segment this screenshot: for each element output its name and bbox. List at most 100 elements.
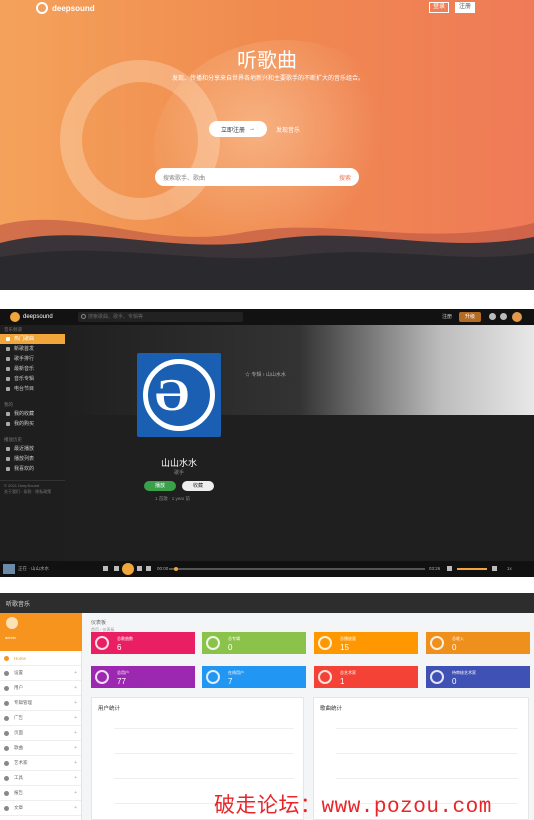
message-icon[interactable]	[489, 313, 496, 320]
search-input[interactable]: 搜索歌手、歌曲	[163, 173, 339, 182]
progress-handle[interactable]	[174, 567, 179, 571]
admin-menu-label: 广告	[14, 715, 23, 720]
expand-icon[interactable]: +	[74, 715, 77, 721]
stat-icon	[206, 636, 220, 650]
admin-menu-item[interactable]: 用户 +	[0, 681, 81, 696]
next-icon[interactable]	[137, 566, 142, 571]
sidebar-section-title: 播放历史	[4, 437, 22, 442]
favorite-button[interactable]: 收藏	[182, 481, 214, 491]
stat-card[interactable]: 在线用户 7	[202, 666, 306, 688]
volume-icon[interactable]	[447, 566, 452, 571]
sidebar-item-albums[interactable]: 音乐专辑	[0, 374, 65, 384]
volume-slider[interactable]	[457, 568, 487, 570]
app-login-link[interactable]: 注册	[442, 313, 452, 320]
search-icon	[81, 314, 86, 319]
landing-hero: deepsound 登录 注册 听歌曲 发现、传播和分享来自世界各地新兴和主要歌…	[0, 0, 534, 290]
admin-title[interactable]: 听歌音乐	[6, 599, 30, 608]
stat-card[interactable]: 总用户 77	[91, 666, 195, 688]
expand-icon[interactable]: +	[74, 700, 77, 706]
album-banner	[65, 325, 534, 415]
cart-icon	[6, 422, 10, 426]
admin-menu-item[interactable]: 文章 +	[0, 801, 81, 816]
expand-icon[interactable]: +	[74, 685, 77, 691]
admin-menu-item[interactable]: 艺术家 +	[0, 756, 81, 771]
previous-icon[interactable]	[114, 566, 119, 571]
admin-menu-item[interactable]: 报告 +	[0, 786, 81, 801]
expand-icon[interactable]: +	[74, 790, 77, 796]
sidebar-item-radio[interactable]: 电台节目	[0, 384, 65, 394]
app-sidebar: 音乐频道 热门歌曲 新歌首发 歌手排行 最新音乐 音乐专辑 电台节目 我的 我的…	[0, 325, 65, 561]
admin-menu-item[interactable]: 设置 +	[0, 666, 81, 681]
admin-menu-item[interactable]: 页面 +	[0, 726, 81, 741]
expand-icon[interactable]: +	[74, 745, 77, 751]
hero-search-bar[interactable]: 搜索歌手、歌曲 搜索	[155, 168, 359, 186]
admin-sidebar: admin Home 设置 + 用户 + 专辑管理 + 广告 + 页面 + 歌曲 + 艺术家 + 工具 + 报告 +…	[0, 613, 82, 820]
hero-subtitle: 发现、传播和分享来自世界各地新兴和主要歌手的不断扩大的音乐组合。	[171, 76, 364, 82]
sidebar-item-hot[interactable]: 热门歌曲	[0, 334, 65, 344]
headphone-icon	[36, 2, 48, 14]
stat-card[interactable]: 总歌曲数 6	[91, 632, 195, 654]
expand-icon[interactable]: +	[74, 730, 77, 736]
admin-avatar[interactable]	[6, 617, 18, 629]
discover-music-link[interactable]: 发现音乐	[276, 125, 300, 134]
stat-card[interactable]: 总艺术家 1	[314, 666, 418, 688]
logo-icon	[10, 312, 20, 322]
upgrade-button[interactable]: 升级	[459, 312, 481, 322]
brand-name: deepsound	[52, 3, 95, 13]
now-playing-thumb[interactable]	[3, 564, 15, 574]
stat-icon	[95, 636, 109, 650]
search-button[interactable]: 搜索	[339, 173, 351, 182]
stat-value: 1	[340, 677, 345, 686]
user-avatar[interactable]	[512, 312, 522, 322]
sidebar-item-favorites[interactable]: 我的收藏	[0, 409, 65, 419]
brand-logo[interactable]: deepsound	[36, 2, 95, 14]
get-started-button[interactable]: 立即注册 →	[209, 121, 267, 137]
sidebar-item-latest[interactable]: 最新音乐	[0, 364, 65, 374]
sidebar-item-playlists[interactable]: 播放列表	[0, 454, 65, 464]
sidebar-item-label: 我喜欢的	[14, 466, 35, 472]
footer-links[interactable]: 关于我们 · 条款 · 隐私政策	[4, 489, 61, 495]
grid-line	[114, 753, 294, 754]
grid-line	[114, 778, 294, 779]
playback-rate[interactable]: 1x	[507, 566, 512, 571]
stat-card[interactable]: 总专辑 0	[202, 632, 306, 654]
app-brand[interactable]: deepsound	[10, 312, 53, 322]
admin-menu-label: 歌曲	[14, 745, 23, 750]
stat-card[interactable]: 待审核艺术家 0	[426, 666, 530, 688]
bell-icon[interactable]	[500, 313, 507, 320]
stop-icon[interactable]	[146, 566, 151, 571]
sidebar-item-new[interactable]: 新歌首发	[0, 344, 65, 354]
stat-card[interactable]: 总收入 0	[426, 632, 530, 654]
stat-icon	[206, 670, 220, 684]
grid-line	[114, 728, 294, 729]
admin-menu-item[interactable]: 工具 +	[0, 771, 81, 786]
register-button[interactable]: 注册	[455, 2, 475, 13]
admin-menu-item[interactable]: 广告 +	[0, 711, 81, 726]
admin-menu-label: 艺术家	[14, 760, 28, 765]
play-button[interactable]: 播放	[144, 481, 176, 491]
sidebar-item-liked[interactable]: 我喜欢的	[0, 464, 65, 474]
album-cover[interactable]: Ə	[137, 353, 221, 437]
play-pause-button[interactable]	[122, 563, 134, 575]
shuffle-icon[interactable]	[103, 566, 108, 571]
expand-icon[interactable]: +	[74, 670, 77, 676]
stat-label: 总收入	[452, 636, 464, 641]
progress-slider[interactable]	[169, 567, 425, 571]
album-artist[interactable]: 歌手	[137, 469, 221, 476]
admin-menu-item[interactable]: Home	[0, 651, 81, 666]
sidebar-item-recent[interactable]: 最近播放	[0, 444, 65, 454]
queue-icon[interactable]	[492, 566, 497, 571]
menu-icon	[4, 670, 9, 676]
stat-card[interactable]: 总播放量 15	[314, 632, 418, 654]
menu-icon	[4, 775, 9, 781]
admin-menu-item[interactable]: 歌曲 +	[0, 741, 81, 756]
expand-icon[interactable]: +	[74, 805, 77, 811]
expand-icon[interactable]: +	[74, 760, 77, 766]
sidebar-item-purchases[interactable]: 我的购买	[0, 419, 65, 429]
expand-icon[interactable]: +	[74, 775, 77, 781]
login-button[interactable]: 登录	[429, 2, 449, 13]
admin-menu-item[interactable]: 专辑管理 +	[0, 696, 81, 711]
app-search-input[interactable]: 搜索歌曲、歌手、专辑等	[78, 312, 243, 322]
menu-icon	[4, 745, 9, 751]
sidebar-item-ranking[interactable]: 歌手排行	[0, 354, 65, 364]
